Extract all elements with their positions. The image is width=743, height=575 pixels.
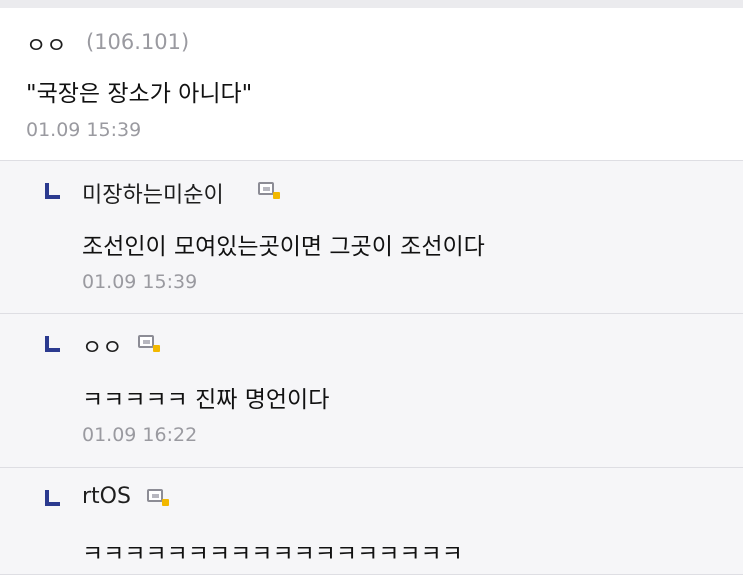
reply-text: 조선인이 모여있는곳이면 그곳이 조선이다	[82, 234, 485, 260]
top-divider-bar	[0, 0, 743, 8]
fixed-nick-badge-icon	[258, 182, 280, 200]
reply-author-nick[interactable]: ㅇㅇ	[82, 330, 122, 362]
reply-text: ㅋㅋㅋㅋㅋ 진짜 명언이다	[82, 387, 330, 413]
reply-author-nick[interactable]: rtOS	[82, 484, 131, 509]
reply-author-nick[interactable]: 미장하는미순이	[82, 177, 224, 209]
comment-text: "국장은 장소가 아니다"	[26, 81, 253, 107]
comment-author-ip: (106.101)	[86, 30, 190, 54]
reply-arrow-icon	[44, 183, 60, 199]
comment-author-nick[interactable]: ㅇㅇ	[26, 28, 66, 60]
reply-item: rtOS ㅋㅋㅋㅋㅋㅋㅋㅋㅋㅋㅋㅋㅋㅋㅋㅋㅋㅋ	[0, 468, 743, 575]
comment-timestamp: 01.09 15:39	[26, 119, 142, 141]
comment-main: ㅇㅇ (106.101) "국장은 장소가 아니다" 01.09 15:39	[0, 8, 743, 161]
reply-timestamp: 01.09 15:39	[82, 271, 198, 293]
fixed-nick-badge-icon	[138, 335, 160, 353]
reply-item: ㅇㅇ ㅋㅋㅋㅋㅋ 진짜 명언이다 01.09 16:22	[0, 314, 743, 468]
reply-text: ㅋㅋㅋㅋㅋㅋㅋㅋㅋㅋㅋㅋㅋㅋㅋㅋㅋㅋ	[82, 541, 463, 567]
reply-item: 미장하는미순이 조선인이 모여있는곳이면 그곳이 조선이다 01.09 15:3…	[0, 161, 743, 314]
reply-arrow-icon	[44, 490, 60, 506]
fixed-nick-badge-icon	[147, 489, 169, 507]
reply-timestamp: 01.09 16:22	[82, 424, 198, 446]
reply-arrow-icon	[44, 336, 60, 352]
